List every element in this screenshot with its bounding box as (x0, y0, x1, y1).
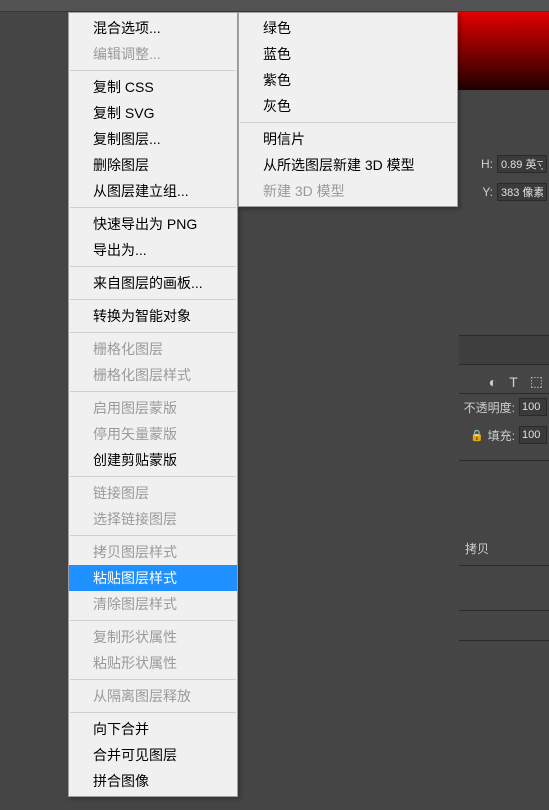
submenu-item-purple[interactable]: 紫色 (239, 67, 457, 93)
menu-separator (240, 122, 456, 123)
menu-item-merge-down[interactable]: 向下合并 (69, 716, 237, 742)
y-row: Y: (459, 178, 549, 206)
properties-panel: H: Y: (459, 150, 549, 206)
menu-item-link-layers: 链接图层 (69, 480, 237, 506)
height-label: H: (481, 157, 493, 171)
menu-item-edit-adjust: 编辑调整... (69, 41, 237, 67)
opacity-row: 不透明度: (459, 398, 549, 416)
menu-item-disable-vector-mask: 停用矢量蒙版 (69, 421, 237, 447)
submenu-item-postcard[interactable]: 明信片 (239, 126, 457, 152)
menu-item-paste-shape-attrs: 粘贴形状属性 (69, 650, 237, 676)
menu-separator (70, 70, 236, 71)
menu-separator (70, 712, 236, 713)
menu-item-paste-layer-style[interactable]: 粘贴图层样式 (69, 565, 237, 591)
menu-item-merge-visible[interactable]: 合并可见图层 (69, 742, 237, 768)
submenu-item-new-3d-model: 新建 3D 模型 (239, 178, 457, 204)
fill-input[interactable] (519, 426, 547, 444)
menu-item-export-as[interactable]: 导出为... (69, 237, 237, 263)
panel-divider (459, 565, 549, 566)
lock-icon[interactable]: 🔒 (470, 429, 484, 442)
menu-item-copy-shape-attrs: 复制形状属性 (69, 624, 237, 650)
menu-item-duplicate-layer[interactable]: 复制图层... (69, 126, 237, 152)
menu-separator (70, 620, 236, 621)
menu-item-rasterize-layer: 栅格化图层 (69, 336, 237, 362)
menu-separator (70, 391, 236, 392)
menu-separator (70, 207, 236, 208)
menu-item-quick-export-png[interactable]: 快速导出为 PNG (69, 211, 237, 237)
submenu-item-green[interactable]: 绿色 (239, 15, 457, 41)
menu-separator (70, 299, 236, 300)
y-input[interactable] (497, 183, 547, 201)
menu-item-artboard-from-layers[interactable]: 来自图层的画板... (69, 270, 237, 296)
menu-item-convert-smart-object[interactable]: 转换为智能对象 (69, 303, 237, 329)
submenu-item-new-3d-from-selected[interactable]: 从所选图层新建 3D 模型 (239, 152, 457, 178)
panel-divider (459, 640, 549, 641)
menu-item-release-isolation: 从隔离图层释放 (69, 683, 237, 709)
layer-copy-label: 拷贝 (465, 540, 489, 557)
height-row: H: (459, 150, 549, 178)
menu-item-create-clipping-mask[interactable]: 创建剪贴蒙版 (69, 447, 237, 473)
menu-item-flatten-image[interactable]: 拼合图像 (69, 768, 237, 794)
opacity-label: 不透明度: (464, 399, 515, 416)
crop-icon[interactable]: ⬚ (530, 373, 543, 390)
menu-item-group-from-layers[interactable]: 从图层建立组... (69, 178, 237, 204)
menu-item-clear-layer-style: 清除图层样式 (69, 591, 237, 617)
menu-item-copy-layer-style: 拷贝图层样式 (69, 539, 237, 565)
menu-separator (70, 476, 236, 477)
menu-item-copy-css[interactable]: 复制 CSS (69, 74, 237, 100)
menu-separator (70, 332, 236, 333)
opacity-input[interactable] (519, 398, 547, 416)
menu-item-blend-options[interactable]: 混合选项... (69, 15, 237, 41)
top-toolbar (0, 0, 549, 12)
text-icon[interactable]: T (509, 374, 518, 390)
menu-item-delete-layer[interactable]: 删除图层 (69, 152, 237, 178)
layer-filter-icons: ◐ T ⬚ (459, 370, 549, 394)
submenu-item-gray[interactable]: 灰色 (239, 93, 457, 119)
adjust-icon[interactable]: ◐ (489, 374, 497, 390)
menu-item-select-linked: 选择链接图层 (69, 506, 237, 532)
fill-label: 填充: (488, 427, 515, 444)
panel-divider (459, 610, 549, 611)
menu-separator (70, 535, 236, 536)
menu-item-enable-layer-mask: 启用图层蒙版 (69, 395, 237, 421)
menu-separator (70, 679, 236, 680)
menu-item-rasterize-style: 栅格化图层样式 (69, 362, 237, 388)
height-input[interactable] (497, 155, 547, 173)
layer-context-menu: 混合选项... 编辑调整... 复制 CSS 复制 SVG 复制图层... 删除… (68, 12, 238, 797)
submenu-item-blue[interactable]: 蓝色 (239, 41, 457, 67)
fill-row: 🔒 填充: (459, 426, 549, 444)
menu-item-copy-svg[interactable]: 复制 SVG (69, 100, 237, 126)
panel-divider (459, 460, 549, 461)
color-submenu: 绿色 蓝色 紫色 灰色 明信片 从所选图层新建 3D 模型 新建 3D 模型 (238, 12, 458, 207)
panel-divider-area (459, 335, 549, 365)
y-label: Y: (482, 185, 493, 199)
menu-separator (70, 266, 236, 267)
